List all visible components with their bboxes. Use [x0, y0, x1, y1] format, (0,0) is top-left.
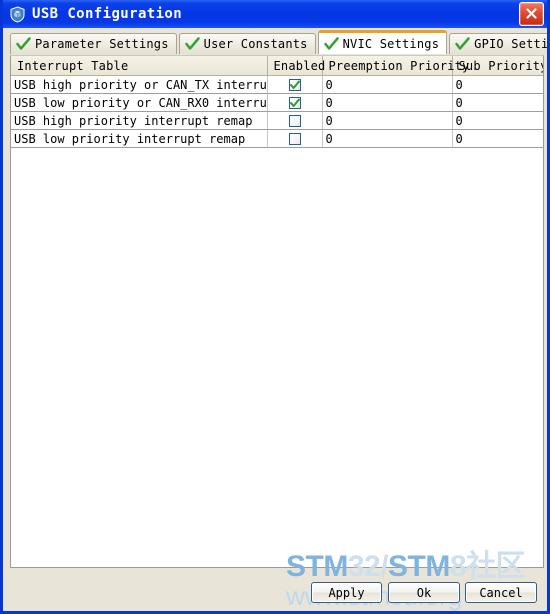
- sub-priority-value[interactable]: 0: [452, 75, 543, 94]
- enabled-checkbox[interactable]: [288, 133, 301, 145]
- preemption-priority-value[interactable]: 0: [322, 93, 453, 112]
- column-header-sub-priority[interactable]: Sub Priority: [452, 56, 543, 76]
- tab-nvic-settings[interactable]: NVIC Settings: [317, 30, 448, 54]
- tab-gpio-settings[interactable]: GPIO Settings: [449, 33, 549, 54]
- table-row[interactable]: USB high priority or CAN_TX interrupts 0…: [11, 75, 543, 94]
- green-check-icon: [16, 37, 31, 50]
- footer-button-bar: Apply Ok Cancel: [3, 570, 547, 608]
- tab-parameter-settings[interactable]: Parameter Settings: [10, 33, 177, 54]
- enabled-checkbox[interactable]: [288, 115, 301, 127]
- enabled-checkbox[interactable]: [288, 79, 301, 91]
- green-check-icon: [184, 37, 200, 50]
- table-row[interactable]: USB low priority or CAN_RX0 interrupts 0…: [11, 93, 543, 112]
- tab-label: Parameter Settings: [35, 37, 169, 51]
- shield-icon: [10, 5, 25, 23]
- enabled-cell: [267, 93, 323, 112]
- preemption-priority-value[interactable]: 0: [322, 129, 453, 148]
- preemption-priority-value[interactable]: 0: [322, 111, 453, 130]
- table-row[interactable]: USB high priority interrupt remap 0 0: [11, 111, 543, 130]
- close-button[interactable]: [519, 2, 544, 26]
- sub-priority-value[interactable]: 0: [452, 93, 543, 112]
- close-icon: [526, 8, 537, 19]
- interrupt-name: USB low priority or CAN_RX0 interrupts: [11, 93, 268, 112]
- tab-label: User Constants: [203, 37, 308, 51]
- green-check-icon: [323, 36, 339, 50]
- cancel-button[interactable]: Cancel: [465, 582, 537, 603]
- column-header-interrupt-table[interactable]: Interrupt Table: [11, 56, 268, 76]
- apply-button[interactable]: Apply: [311, 582, 382, 603]
- preemption-priority-value[interactable]: 0: [322, 75, 453, 94]
- tab-label: GPIO Settings: [474, 37, 549, 51]
- column-header-preemption-priority[interactable]: Preemption Priority: [322, 56, 469, 76]
- interrupt-name: USB low priority interrupt remap: [11, 129, 268, 148]
- tab-user-constants[interactable]: User Constants: [178, 33, 316, 54]
- ok-button[interactable]: Ok: [388, 582, 460, 603]
- window-title: USB Configuration: [32, 6, 183, 22]
- tab-strip: Parameter Settings User Constants NVIC S…: [3, 28, 547, 54]
- sub-priority-value[interactable]: 0: [452, 129, 543, 148]
- title-bar: USB Configuration: [3, 0, 547, 28]
- enabled-checkbox[interactable]: [288, 97, 301, 109]
- table-row[interactable]: USB low priority interrupt remap 0 0: [11, 129, 543, 148]
- interrupt-name: USB high priority or CAN_TX interrupts: [11, 75, 268, 94]
- tab-label: NVIC Settings: [342, 36, 440, 51]
- nvic-settings-panel: Interrupt Table Enabled Preemption Prior…: [10, 55, 544, 568]
- usb-configuration-window: USB Configuration Parameter Settings Use…: [0, 0, 550, 614]
- green-check-icon: [455, 37, 470, 50]
- enabled-cell: [267, 75, 323, 94]
- enabled-cell: [267, 129, 323, 148]
- interrupt-table: Interrupt Table Enabled Preemption Prior…: [11, 56, 543, 148]
- table-header-row: Interrupt Table Enabled Preemption Prior…: [11, 56, 543, 76]
- check-icon: [289, 80, 300, 89]
- column-header-enabled[interactable]: Enabled: [267, 56, 325, 76]
- interrupt-name: USB high priority interrupt remap: [11, 111, 268, 130]
- check-icon: [289, 98, 300, 107]
- sub-priority-value[interactable]: 0: [452, 111, 543, 130]
- enabled-cell: [267, 111, 323, 130]
